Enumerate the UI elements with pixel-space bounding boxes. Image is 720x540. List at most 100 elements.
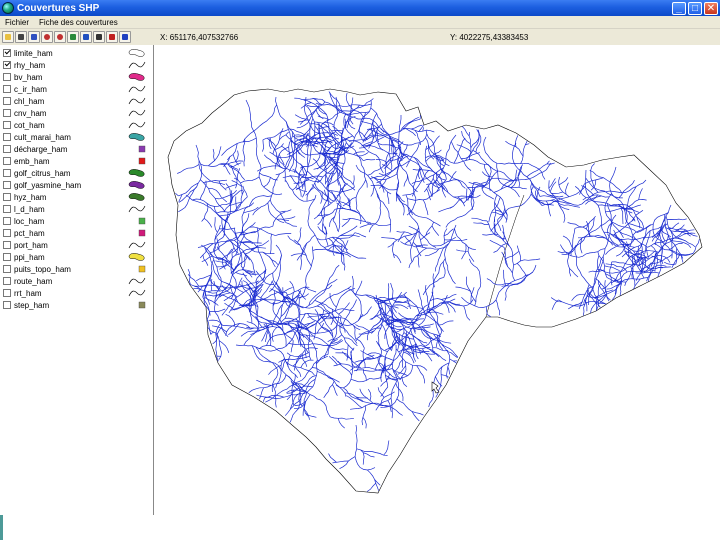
layer-checkbox[interactable] — [3, 229, 11, 237]
layer-checkbox[interactable] — [3, 253, 11, 261]
layer-item[interactable]: emb_ham — [0, 155, 152, 167]
toolbar — [0, 29, 156, 45]
layer-item[interactable]: cnv_ham — [0, 107, 152, 119]
layer-checkbox[interactable] — [3, 157, 11, 165]
layer-checkbox[interactable] — [3, 241, 11, 249]
window-title: Couvertures SHP — [17, 2, 100, 14]
zoom-in-icon[interactable] — [41, 31, 53, 43]
layer-name: cot_ham — [14, 120, 45, 130]
menu-fichier[interactable]: Fichier — [0, 18, 34, 27]
layer-item[interactable]: cot_ham — [0, 119, 152, 131]
layer-item[interactable]: bv_ham — [0, 71, 152, 83]
map-svg[interactable] — [156, 45, 720, 515]
layer-symbol-polygon-icon — [128, 252, 146, 262]
zoom-out-glyph — [57, 34, 63, 40]
layer-list: limite_ham rhy_ham bv_ham c_ir_ham chl_ham cn… — [0, 45, 154, 515]
layer-name: limite_ham — [14, 48, 53, 58]
layer-checkbox[interactable] — [3, 181, 11, 189]
layer-checkbox[interactable] — [3, 61, 11, 69]
coordinate-bar: X: 651176,407532766 Y: 4022275,43383453 — [156, 29, 720, 45]
layer-checkbox[interactable] — [3, 301, 11, 309]
layer-checkbox[interactable] — [3, 121, 11, 129]
layer-checkbox[interactable] — [3, 145, 11, 153]
layer-checkbox[interactable] — [3, 277, 11, 285]
layer-name: step_ham — [14, 300, 50, 310]
layer-item[interactable]: ppi_ham — [0, 251, 152, 263]
layer-checkbox[interactable] — [3, 85, 11, 93]
layer-checkbox[interactable] — [3, 193, 11, 201]
full-extent-icon[interactable] — [80, 31, 92, 43]
window-edge — [0, 515, 3, 540]
zoom-in-glyph — [44, 34, 50, 40]
layer-item[interactable]: port_ham — [0, 239, 152, 251]
map-canvas[interactable] — [156, 45, 720, 515]
camera-icon[interactable] — [15, 31, 27, 43]
draw-line-icon[interactable] — [28, 31, 40, 43]
identify-glyph — [109, 34, 115, 40]
layer-name: golf_citrus_ham — [14, 168, 71, 178]
layer-symbol-line-icon — [128, 96, 146, 106]
layer-item[interactable]: rhy_ham — [0, 59, 152, 71]
layer-item[interactable]: chl_ham — [0, 95, 152, 107]
layer-checkbox[interactable] — [3, 97, 11, 105]
layer-checkbox[interactable] — [3, 169, 11, 177]
layer-symbol-square-icon — [128, 156, 146, 166]
layer-symbol-square-icon — [128, 228, 146, 238]
layer-symbol-line-icon — [128, 120, 146, 130]
layer-item[interactable]: c_ir_ham — [0, 83, 152, 95]
layer-checkbox[interactable] — [3, 49, 11, 57]
full-extent-glyph — [83, 34, 89, 40]
menu-bar: Fichier Fiche des couvertures — [0, 16, 720, 29]
layer-name: puits_topo_ham — [14, 264, 71, 274]
minimize-button[interactable]: _ — [672, 1, 686, 15]
layer-item[interactable]: cult_marai_ham — [0, 131, 152, 143]
layer-checkbox[interactable] — [3, 109, 11, 117]
layer-item[interactable]: loc_ham — [0, 215, 152, 227]
layer-symbol-line-icon — [128, 240, 146, 250]
layer-item[interactable]: rrt_ham — [0, 287, 152, 299]
layer-item[interactable]: hyz_ham — [0, 191, 152, 203]
layer-symbol-polygon-icon — [128, 192, 146, 202]
layer-checkbox[interactable] — [3, 289, 11, 297]
layer-item[interactable]: pct_ham — [0, 227, 152, 239]
camera-glyph — [18, 34, 24, 40]
layer-item[interactable]: limite_ham — [0, 47, 152, 59]
open-folder-icon[interactable] — [2, 31, 14, 43]
maximize-button[interactable]: □ — [688, 1, 702, 15]
y-coordinate: Y: 4022275,43383453 — [450, 32, 529, 42]
layer-checkbox[interactable] — [3, 73, 11, 81]
layer-symbol-polygon-icon — [128, 180, 146, 190]
x-coordinate: X: 651176,407532766 — [160, 32, 239, 42]
layer-item[interactable]: l_d_ham — [0, 203, 152, 215]
layer-name: décharge_ham — [14, 144, 68, 154]
binoculars-icon[interactable] — [93, 31, 105, 43]
layer-name: hyz_ham — [14, 192, 47, 202]
layer-symbol-square-icon — [128, 264, 146, 274]
layer-name: rhy_ham — [14, 60, 46, 70]
layer-checkbox[interactable] — [3, 265, 11, 273]
zoom-out-icon[interactable] — [54, 31, 66, 43]
close-button[interactable]: ✕ — [704, 1, 718, 15]
menu-fiche-des-couvertures[interactable]: Fiche des couvertures — [34, 18, 123, 27]
layer-item[interactable]: route_ham — [0, 275, 152, 287]
help-icon[interactable] — [119, 31, 131, 43]
identify-icon[interactable] — [106, 31, 118, 43]
title-bar[interactable]: Couvertures SHP _ □ ✕ — [0, 0, 720, 16]
layer-checkbox[interactable] — [3, 133, 11, 141]
layer-name: loc_ham — [14, 216, 45, 226]
layer-name: port_ham — [14, 240, 48, 250]
app-globe-icon[interactable] — [2, 2, 14, 14]
layer-item[interactable]: golf_citrus_ham — [0, 167, 152, 179]
layer-symbol-polygon-outline-icon — [128, 48, 146, 58]
layer-name: bv_ham — [14, 72, 43, 82]
layer-item[interactable]: golf_yasmine_ham — [0, 179, 152, 191]
layer-checkbox[interactable] — [3, 205, 11, 213]
layer-item[interactable]: décharge_ham — [0, 143, 152, 155]
draw-line-glyph — [31, 34, 37, 40]
layer-checkbox[interactable] — [3, 217, 11, 225]
layer-name: rrt_ham — [14, 288, 42, 298]
pan-icon[interactable] — [67, 31, 79, 43]
layer-name: golf_yasmine_ham — [14, 180, 82, 190]
layer-item[interactable]: step_ham — [0, 299, 152, 311]
layer-item[interactable]: puits_topo_ham — [0, 263, 152, 275]
